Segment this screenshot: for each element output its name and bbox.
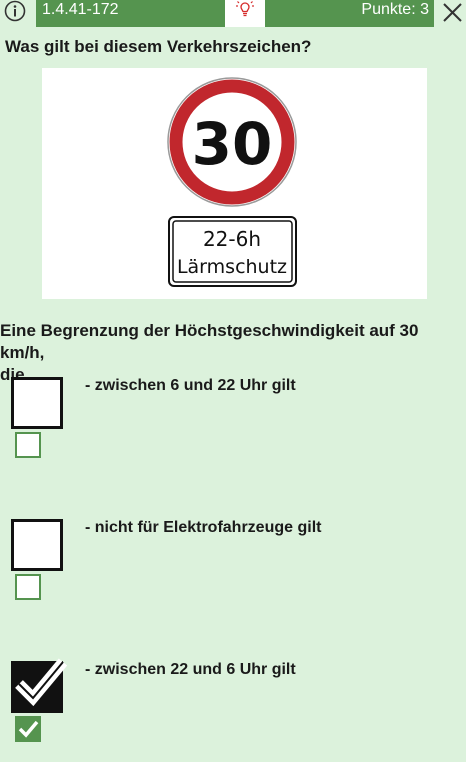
question-stem-line-1: Eine Begrenzung der Höchstgeschwindigkei… — [0, 321, 419, 362]
answer-checkbox[interactable] — [11, 519, 63, 571]
solution-checkbox — [15, 574, 41, 600]
sign-time-range: 22-6h — [203, 227, 261, 251]
answer-checkbox[interactable] — [11, 377, 63, 429]
solution-checkbox-checked — [15, 716, 41, 742]
traffic-sign-image: 30 22-6h Lärmschutz — [42, 68, 427, 299]
info-icon[interactable] — [2, 0, 28, 22]
question-id-bar: 1.4.41-172 — [36, 0, 225, 27]
points-label: Punkte: 3 — [361, 1, 429, 18]
solution-checkbox — [15, 432, 41, 458]
hint-button[interactable] — [225, 0, 265, 27]
answer-text: - zwischen 6 und 22 Uhr gilt — [85, 377, 296, 394]
sign-note: Lärmschutz — [177, 256, 287, 278]
checkmark-icon — [18, 720, 39, 738]
question-id: 1.4.41-172 — [42, 1, 119, 18]
points-bar: Punkte: 3 — [265, 0, 434, 27]
question-screen: 1.4.41-172 Punkte: 3 Was gilt bei diesem… — [0, 0, 466, 762]
checkmark-icon — [15, 658, 68, 707]
top-bar: 1.4.41-172 Punkte: 3 — [0, 0, 466, 27]
answer-checkbox-checked[interactable] — [11, 658, 68, 713]
question-title: Was gilt bei diesem Verkehrszeichen? — [5, 37, 312, 56]
speed-limit-value: 30 — [192, 110, 273, 178]
lightbulb-icon — [236, 1, 254, 17]
answer-option-3[interactable]: - zwischen 22 und 6 Uhr gilt — [0, 658, 466, 761]
answer-option-1[interactable]: - zwischen 6 und 22 Uhr gilt — [0, 377, 466, 477]
close-icon[interactable] — [437, 0, 466, 27]
answer-option-2[interactable]: - nicht für Elektrofahrzeuge gilt — [0, 519, 466, 619]
answer-text: - nicht für Elektrofahrzeuge gilt — [85, 519, 322, 536]
answer-text: - zwischen 22 und 6 Uhr gilt — [85, 661, 296, 678]
